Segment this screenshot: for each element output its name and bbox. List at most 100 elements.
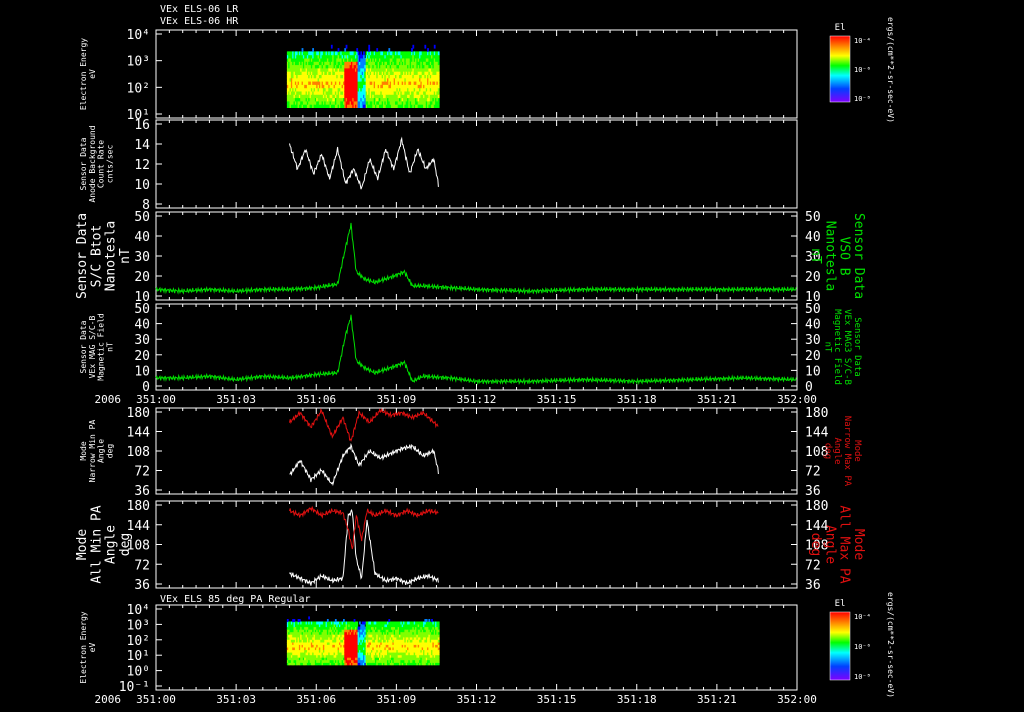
y-tick-label: 144 <box>127 426 151 441</box>
time-tick-label: 351:12 <box>457 393 497 406</box>
time-tick-label: 351:00 <box>136 693 176 706</box>
right-axis-label-line: Narrow Max PA <box>842 416 852 487</box>
y-tick-label: 180 <box>127 499 150 514</box>
y-tick-label: 36 <box>134 484 150 499</box>
y-tick-label-right: 36 <box>805 484 821 499</box>
time-tick-label: 351:03 <box>216 393 256 406</box>
left-axis-label-line: All Min PA <box>89 505 104 583</box>
left-axis-label-line: Count Rate <box>97 140 106 188</box>
y-tick-label: 40 <box>134 230 150 245</box>
y-tick-label: 10² <box>127 634 150 649</box>
right-axis-label-line: Nanotesla <box>822 221 837 291</box>
colorbar-tick-label: 10⁻⁶ <box>854 643 871 651</box>
time-tick-label: 351:03 <box>216 693 256 706</box>
y-tick-label: 10³ <box>127 55 150 70</box>
spectrogram-cell <box>359 621 361 625</box>
left-axis-label-line: deg <box>105 444 114 459</box>
panel-frame <box>155 119 798 209</box>
time-tick-label: 351:18 <box>617 393 657 406</box>
spectrogram-cell <box>344 48 347 52</box>
right-axis-label-line: VSO B <box>837 236 852 275</box>
colorbar-gradient <box>829 35 851 103</box>
spectrogram-cell <box>411 48 413 52</box>
time-tick-label: 351:21 <box>697 693 737 706</box>
left-axis-label-line: nT <box>105 342 114 352</box>
left-axis-label-line: Narrow Min PA <box>88 420 97 483</box>
right-axis-label-line: deg <box>808 533 823 556</box>
colorbar-unit: ergs/(cm**2-sr-sec-eV) <box>886 592 895 698</box>
panel-frame <box>155 29 798 119</box>
left-axis-label: Sensor DataVEx MAG S/C-BMagnetic FieldnT <box>79 313 114 381</box>
panel-frame <box>155 211 798 301</box>
y-tick-label: 144 <box>127 519 151 534</box>
spectrogram-cell <box>437 624 440 628</box>
panel-frame <box>155 407 798 495</box>
y-tick-label-right: 50 <box>805 302 821 317</box>
y-tick-label-right: 40 <box>805 230 821 245</box>
spectrogram-cell <box>301 48 304 52</box>
panel-4: 5040302010050403020100Sensor DataVEx MAG… <box>79 302 862 395</box>
spectrogram-cell <box>330 44 333 49</box>
time-tick-label: 351:15 <box>537 393 577 406</box>
time-axis: 2006 351:00 351:03 351:06 351:09 351:12 351:15… <box>95 393 817 406</box>
colorbar-tick-label: 10⁻⁴ <box>854 613 871 621</box>
plot-stage: VEx ELS-06 LR VEx ELS-06 HR VEx ELS 85 d… <box>0 0 1024 708</box>
right-axis-label-line: nT <box>808 248 823 264</box>
colorbar-tick-label: 10⁻⁶ <box>854 66 871 74</box>
spectrogram-cell <box>437 64 440 69</box>
y-tick-label-right: 20 <box>805 349 821 364</box>
y-tick-label: 10 <box>134 178 150 193</box>
y-tick-label: 30 <box>134 333 150 348</box>
spectrogram-cell <box>437 77 440 82</box>
spectrogram-7 <box>286 616 440 666</box>
panel-6: 18014410872361801441087236ModeAll Min PA… <box>75 499 866 593</box>
spectrogram-cell <box>308 616 310 620</box>
left-axis-label: Electron EnergyeV <box>79 38 97 110</box>
spectrogram-cell <box>388 48 391 52</box>
year-label: 2006 <box>95 393 122 406</box>
left-axis-label-line: S/C Btot <box>89 225 104 288</box>
header-line-2: VEx ELS-06 HR <box>160 16 239 27</box>
spectrogram-cell <box>427 48 429 52</box>
spectrogram-cell <box>363 54 365 59</box>
right-axis-label-line: deg <box>822 443 832 459</box>
spectrogram-cell <box>424 44 427 49</box>
y-tick-label: 72 <box>134 558 150 573</box>
panel7-title: VEx ELS 85 deg PA Regular <box>160 594 311 605</box>
time-tick-label: 351:06 <box>296 393 336 406</box>
y-tick-label: 14 <box>134 138 150 153</box>
y-tick-label: 10¹ <box>127 649 150 664</box>
y-tick-label-right: 144 <box>805 426 829 441</box>
spectrogram-cell <box>437 71 440 75</box>
colorbar-tick-label: 10⁻⁸ <box>854 95 871 103</box>
left-axis-label-line: Electron Energy <box>79 611 88 683</box>
series-line-panel3 <box>155 222 797 296</box>
spectrogram-cell <box>356 48 359 52</box>
y-tick-label: 10 <box>134 364 150 379</box>
left-axis-label: Electron EnergyeV <box>79 611 97 683</box>
colorbar-2: El 10⁻⁴ 10⁻⁶ 10⁻⁸ ergs/(cm**2-sr-sec-eV) <box>829 592 895 698</box>
panel-2: 161412108Sensor DataAnode BackgroundCoun… <box>79 118 798 213</box>
right-axis-label-line: Angle <box>822 525 837 564</box>
y-tick-label: 108 <box>127 445 150 460</box>
left-axis-label-line: Magnetic Field <box>97 313 106 381</box>
y-tick-label: 10⁴ <box>127 603 150 618</box>
y-tick-label: 180 <box>127 406 150 421</box>
series-line-all-min-pa <box>289 508 439 586</box>
time-tick-label: 351:09 <box>377 393 417 406</box>
spectrogram-cell <box>437 74 440 79</box>
colorbar-title: El <box>835 599 846 609</box>
y-tick-label-right: 20 <box>805 270 821 285</box>
left-axis-label-line: cnts/sec <box>105 145 114 184</box>
spectrogram-cell <box>363 51 365 56</box>
left-axis-label-line: Angle <box>97 439 106 463</box>
left-axis-label-line: Sensor Data <box>79 137 88 190</box>
spectrogram-cell <box>360 51 363 56</box>
left-axis-label-line: nT <box>118 248 133 264</box>
left-axis-label-line: Nanotesla <box>104 221 119 291</box>
y-tick-label: 30 <box>134 250 150 265</box>
spectrogram-cell <box>437 644 440 648</box>
right-axis-label-line: Mode <box>852 440 862 462</box>
panel-frame <box>155 500 798 589</box>
left-axis-label: Sensor DataS/C BtotNanoteslanT <box>75 213 133 299</box>
